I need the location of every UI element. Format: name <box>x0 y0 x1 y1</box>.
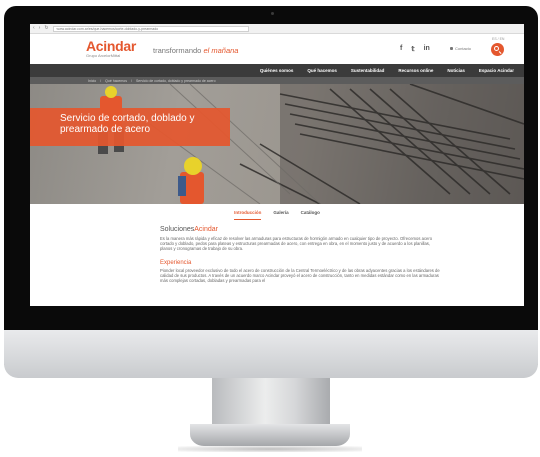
tagline-lead: transformando <box>153 46 202 55</box>
experience-paragraph: Pionder local proveedor exclusivo de tod… <box>160 267 440 284</box>
envelope-icon <box>450 47 453 50</box>
camera-dot <box>271 12 274 15</box>
content-tabs: Introducción Galería Catálogo <box>30 204 524 220</box>
reload-icon[interactable]: ↻ <box>44 26 48 31</box>
tagline: transformando el mañana <box>153 46 238 55</box>
contact-link[interactable]: Contacto <box>450 46 471 51</box>
nav-item-sustentabilidad[interactable]: Sustentabilidad <box>351 68 385 73</box>
section-title: SolucionesAcindar <box>160 226 470 233</box>
forward-icon[interactable]: › <box>39 26 41 31</box>
tab-introduccion[interactable]: Introducción <box>234 210 262 220</box>
stand-shadow <box>178 446 362 452</box>
section-title-highlight: Acindar <box>194 226 218 233</box>
main-nav: Quiénes somos Qué hacemos Sustentabilida… <box>30 64 524 77</box>
breadcrumb-item: Servicio de cortado, doblado y prearmado… <box>135 78 216 83</box>
monitor-stand-neck <box>212 378 330 426</box>
back-icon[interactable]: ‹ <box>33 26 35 31</box>
site-header: Acindar Grupo ArcelorMittal transformand… <box>30 34 524 64</box>
monitor-stand-foot <box>190 424 350 446</box>
intro-paragraph: Es la manera más rápida y eficaz de reso… <box>160 236 433 252</box>
nav-item-noticias[interactable]: Noticias <box>447 68 465 73</box>
screen: ‹ › ↻ www.acindar.com.ar/es/que-hacemos/… <box>30 24 524 306</box>
nav-item-que-hacemos[interactable]: Qué hacemos <box>307 68 337 73</box>
hero-title: Servicio de cortado, doblado y prearmado… <box>30 108 230 146</box>
linkedin-icon[interactable]: in <box>424 45 430 53</box>
nav-item-espacio-acindar[interactable]: Espacio Acindar <box>479 68 514 73</box>
nav-item-recursos-online[interactable]: Recursos online <box>398 68 433 73</box>
facebook-icon[interactable]: f <box>400 45 402 53</box>
main-content: SolucionesAcindar Es la manera más rápid… <box>30 220 470 283</box>
twitter-icon[interactable]: 𝕥 <box>411 45 414 53</box>
contact-label: Contacto <box>455 46 472 51</box>
acindar-logo[interactable]: Acindar Grupo ArcelorMittal <box>86 39 136 58</box>
breadcrumb-separator: / <box>130 78 132 83</box>
browser-bar: ‹ › ↻ www.acindar.com.ar/es/que-hacemos/… <box>30 24 524 34</box>
monitor-chin <box>4 330 538 378</box>
search-button[interactable] <box>491 43 504 56</box>
tagline-highlight: el mañana <box>203 46 239 55</box>
hero-banner: Servicio de cortado, doblado y prearmado… <box>30 84 524 204</box>
breadcrumb: Inicio / Qué hacemos / Servicio de corta… <box>30 77 524 84</box>
search-icon <box>494 46 499 51</box>
section-title-lead: Soluciones <box>160 226 195 233</box>
breadcrumb-item[interactable]: Inicio <box>88 79 96 83</box>
nav-item-quienes-somos[interactable]: Quiénes somos <box>260 68 294 73</box>
breadcrumb-separator: / <box>100 78 102 83</box>
search-icon-handle <box>498 51 502 55</box>
language-switch[interactable]: ES / EN <box>492 37 504 41</box>
url-bar[interactable]: www.acindar.com.ar/es/que-hacemos/corte-… <box>52 25 249 32</box>
logo-name: Acindar <box>86 38 137 54</box>
experience-heading: Experiencia <box>160 259 192 266</box>
social-links: f 𝕥 in <box>400 45 430 53</box>
tab-catalogo[interactable]: Catálogo <box>301 210 320 220</box>
tab-galeria[interactable]: Galería <box>273 210 288 220</box>
breadcrumb-item[interactable]: Qué hacemos <box>105 79 127 83</box>
